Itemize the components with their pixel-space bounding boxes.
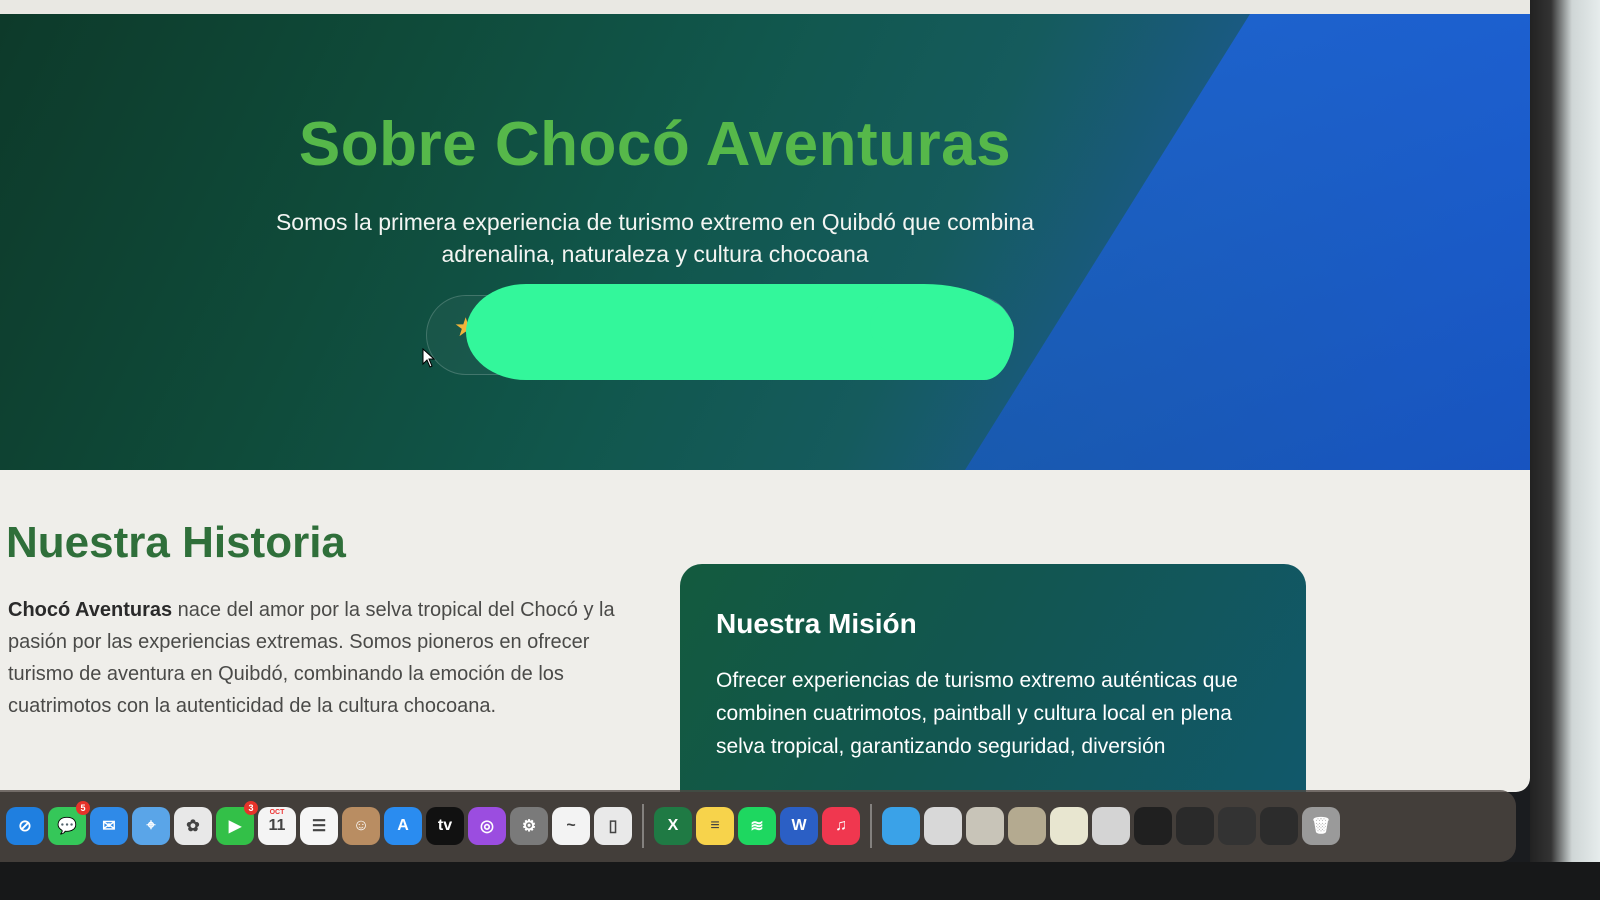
notification-badge: 5 bbox=[76, 801, 90, 815]
app-store-icon[interactable]: A bbox=[384, 807, 422, 845]
settings-icon[interactable]: ⚙ bbox=[510, 807, 548, 845]
freeform-icon[interactable]: ~ bbox=[552, 807, 590, 845]
app-glyph: ☰ bbox=[311, 818, 327, 835]
maps-icon[interactable]: ⌖ bbox=[132, 807, 170, 845]
folder-icon[interactable] bbox=[882, 807, 920, 845]
app-glyph: 11 bbox=[268, 817, 286, 834]
window-thumbnail-icon[interactable] bbox=[966, 807, 1004, 845]
reminders-icon[interactable]: ☰ bbox=[300, 807, 338, 845]
podcasts-icon[interactable]: ◎ bbox=[468, 807, 506, 845]
app-glyph: ~ bbox=[566, 817, 576, 834]
music-icon[interactable]: ♫ bbox=[822, 807, 860, 845]
messages-icon[interactable]: 💬 5 bbox=[48, 801, 90, 845]
trash-icon[interactable]: 🗑 bbox=[1302, 807, 1340, 845]
laptop-bezel bbox=[0, 862, 1600, 900]
app-glyph: 💬 bbox=[57, 818, 77, 835]
dock-separator bbox=[642, 804, 644, 848]
iphone-mirroring-icon[interactable]: ▯ bbox=[594, 807, 632, 845]
mouse-cursor-icon bbox=[422, 348, 436, 368]
notes-icon[interactable]: ≡ bbox=[696, 807, 734, 845]
calendar-icon[interactable]: OCT 11 bbox=[258, 807, 296, 845]
screen-bezel bbox=[1530, 0, 1600, 862]
app-glyph: W bbox=[791, 817, 807, 834]
calendar-month-label: OCT bbox=[269, 809, 285, 816]
app-glyph: ☺ bbox=[352, 817, 370, 834]
hero-section: Sobre Chocó Aventuras Somos la primera e… bbox=[0, 14, 1530, 470]
window-thumbnail-icon[interactable] bbox=[1176, 807, 1214, 845]
app-glyph: ◎ bbox=[480, 818, 494, 835]
app-glyph: ♫ bbox=[835, 817, 847, 834]
app-glyph: ⊘ bbox=[18, 818, 32, 835]
apple-tv-icon[interactable]: tv bbox=[426, 807, 464, 845]
app-glyph: ✉ bbox=[102, 818, 116, 835]
window-thumbnail-icon[interactable] bbox=[1260, 807, 1298, 845]
history-text: Chocó Aventuras nace del amor por la sel… bbox=[8, 594, 633, 722]
app-glyph: A bbox=[397, 817, 409, 834]
word-icon[interactable]: W bbox=[780, 807, 818, 845]
window-thumbnail-icon[interactable] bbox=[1092, 807, 1130, 845]
notification-badge: 3 bbox=[244, 801, 258, 815]
app-glyph: ⌖ bbox=[146, 817, 156, 834]
app-glyph: ⚙ bbox=[521, 818, 537, 835]
mission-title: Nuestra Misión bbox=[716, 608, 917, 639]
app-glyph: ▯ bbox=[608, 818, 618, 835]
top-strip bbox=[0, 0, 1530, 14]
window-thumbnail-icon[interactable] bbox=[1008, 807, 1046, 845]
app-glyph: X bbox=[667, 817, 679, 834]
mission-text: Ofrecer experiencias de turismo extremo … bbox=[716, 669, 1238, 758]
window-thumbnail-icon[interactable] bbox=[924, 807, 962, 845]
dock: ⊘ 💬 5 ✉ ⌖ ✿ ▶ 3 OCT 11 ☰ ☺ Atv ◎ ⚙ ~ ▯ X ≡ ≋ W ♫ 🗑 bbox=[0, 790, 1516, 862]
redaction-mark bbox=[870, 300, 1010, 352]
safari-icon[interactable]: ⊘ bbox=[6, 807, 44, 845]
browser-viewport: Sobre Chocó Aventuras Somos la primera e… bbox=[0, 0, 1530, 792]
contacts-icon[interactable]: ☺ bbox=[342, 807, 380, 845]
mail-icon[interactable]: ✉ bbox=[90, 807, 128, 845]
app-glyph: ≋ bbox=[750, 818, 764, 835]
spotify-icon[interactable]: ≋ bbox=[738, 807, 776, 845]
facetime-icon[interactable]: ▶ 3 bbox=[216, 801, 258, 845]
history-title: Nuestra Historia bbox=[6, 518, 346, 567]
excel-icon[interactable]: X bbox=[654, 807, 692, 845]
window-thumbnail-icon[interactable] bbox=[1134, 807, 1172, 845]
window-thumbnail-icon[interactable] bbox=[1218, 807, 1256, 845]
app-glyph: 🗑 bbox=[1310, 818, 1332, 835]
app-glyph: ✿ bbox=[186, 818, 200, 835]
hero-subtitle: Somos la primera experiencia de turismo … bbox=[275, 209, 1035, 267]
app-glyph: ≡ bbox=[710, 817, 720, 834]
history-bold-lead: Chocó Aventuras bbox=[8, 599, 173, 621]
window-thumbnail-icon[interactable] bbox=[1050, 807, 1088, 845]
mission-card: Nuestra Misión Ofrecer experiencias de t… bbox=[680, 564, 1306, 792]
hero-title: Sobre Chocó Aventuras bbox=[298, 110, 1012, 179]
photos-icon[interactable]: ✿ bbox=[174, 807, 212, 845]
app-glyph: ▶ bbox=[228, 818, 242, 835]
dock-separator bbox=[870, 804, 872, 848]
app-glyph: tv bbox=[437, 817, 453, 834]
